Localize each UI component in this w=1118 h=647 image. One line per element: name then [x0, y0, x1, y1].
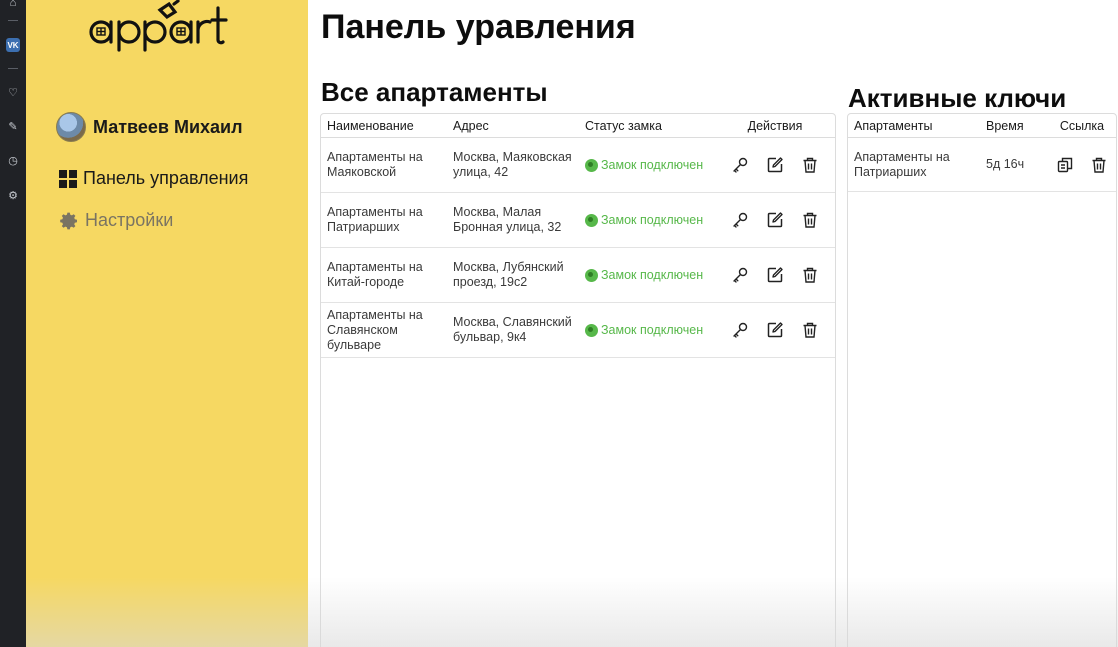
- column-header-apartment: Апартаменты: [854, 118, 933, 133]
- trash-icon: [803, 157, 817, 173]
- key-icon: [733, 322, 748, 338]
- delete-button[interactable]: [799, 154, 821, 176]
- edit-icon: [767, 157, 783, 173]
- row-actions: [721, 264, 835, 286]
- user-name: Матвеев Михаил: [93, 116, 243, 137]
- row-actions: [721, 154, 835, 176]
- column-header-link: Ссылка: [1059, 118, 1105, 133]
- status-dot-icon: [585, 323, 598, 337]
- heart-icon[interactable]: ♡: [4, 83, 22, 101]
- column-header-address: Адрес: [453, 118, 489, 133]
- browser-side-rail: ⌂ VK ♡ ✎ ◷ ⚙: [0, 0, 26, 647]
- apartments-table: Наименование Адрес Статус замка Действия…: [320, 113, 836, 647]
- trash-icon: [803, 322, 817, 338]
- avatar: [56, 112, 86, 142]
- key-icon: [733, 267, 748, 283]
- trash-icon: [803, 267, 817, 283]
- lock-status-label: Замок подключен: [601, 322, 704, 337]
- status-dot-icon: [585, 268, 598, 282]
- page-title: Панель уравления: [321, 8, 636, 46]
- apartment-name: Апартаменты на Славянском бульваре: [327, 307, 423, 352]
- delete-button[interactable]: [799, 319, 821, 341]
- edit-icon: [767, 322, 783, 338]
- key-button[interactable]: [729, 154, 751, 176]
- apartment-address: Москва, Славянский бульвар, 9к4: [453, 315, 572, 344]
- table-row: Апартаменты на Маяковской Москва, Маяков…: [321, 138, 835, 193]
- sidebar-item-settings[interactable]: Настройки: [59, 210, 173, 231]
- column-header-status: Статус замка: [585, 118, 662, 133]
- sidebar-item-label: Панель управления: [83, 168, 249, 188]
- table-header: Наименование Адрес Статус замка Действия: [321, 114, 835, 138]
- vk-icon[interactable]: VK: [6, 38, 20, 52]
- lock-status-label: Замок подключен: [601, 157, 704, 172]
- home-icon[interactable]: ⌂: [4, 0, 22, 12]
- row-actions: [721, 319, 835, 341]
- edit-icon[interactable]: ✎: [4, 117, 22, 135]
- trash-icon: [1092, 157, 1106, 173]
- active-keys-table: Апартаменты Время Ссылка Апартаменты на …: [847, 113, 1117, 647]
- apartment-name: Апартаменты на Маяковской: [327, 150, 423, 179]
- column-header-time: Время: [986, 118, 1024, 133]
- delete-key-button[interactable]: [1088, 154, 1110, 176]
- rail-divider: [8, 20, 18, 21]
- trash-icon: [803, 212, 817, 228]
- lock-status: Замок подключен: [585, 323, 721, 338]
- copy-icon: [1057, 157, 1073, 172]
- apartment-address: Москва, Малая Бронная улица, 32: [453, 205, 562, 234]
- copy-link-button[interactable]: [1054, 154, 1076, 176]
- lock-status-label: Замок подключен: [601, 212, 704, 227]
- apartment-name: Апартаменты на Патриарших: [327, 205, 423, 234]
- apartment-address: Москва, Лубянский проезд, 19с2: [453, 260, 564, 289]
- edit-button[interactable]: [764, 154, 786, 176]
- sidebar: Матвеев Михаил Панель управления Настрой…: [26, 0, 308, 647]
- apartments-title: Все апартаменты: [321, 77, 548, 107]
- key-apartment: Апартаменты на Патриарших: [854, 149, 950, 179]
- table-row: Апартаменты на Патриарших Москва, Малая …: [321, 193, 835, 248]
- lock-status: Замок подключен: [585, 213, 721, 228]
- active-keys-title: Активные ключи: [848, 83, 1067, 113]
- edit-button[interactable]: [764, 319, 786, 341]
- key-button[interactable]: [729, 209, 751, 231]
- clock-icon[interactable]: ◷: [4, 151, 22, 169]
- lock-status: Замок подключен: [585, 268, 721, 283]
- gear-icon[interactable]: ⚙: [4, 186, 22, 204]
- table-row: Апартаменты на Китай-городе Москва, Лубя…: [321, 248, 835, 303]
- edit-button[interactable]: [764, 209, 786, 231]
- table-row: Апартаменты на Патриарших 5д 16ч: [848, 138, 1116, 192]
- user-profile[interactable]: Матвеев Михаил: [56, 112, 243, 142]
- row-actions: [721, 209, 835, 231]
- dashboard-icon: [59, 169, 77, 188]
- key-time-remaining: 5д 16ч: [986, 157, 1025, 171]
- table-header: Апартаменты Время Ссылка: [848, 114, 1116, 138]
- edit-icon: [767, 212, 783, 228]
- table-row: Апартаменты на Славянском бульваре Москв…: [321, 303, 835, 358]
- delete-button[interactable]: [799, 264, 821, 286]
- column-header-actions: Действия: [747, 118, 803, 133]
- edit-icon: [767, 267, 783, 283]
- lock-status-label: Замок подключен: [601, 267, 704, 282]
- rail-divider: [8, 68, 18, 69]
- edit-button[interactable]: [764, 264, 786, 286]
- key-link-actions: [1048, 154, 1116, 176]
- column-header-name: Наименование: [327, 118, 414, 133]
- key-icon: [733, 157, 748, 173]
- apartment-name: Апартаменты на Китай-городе: [327, 260, 423, 289]
- status-dot-icon: [585, 158, 598, 172]
- sidebar-item-label: Настройки: [85, 210, 174, 230]
- gear-icon: [59, 211, 79, 231]
- key-icon: [733, 212, 748, 228]
- key-button[interactable]: [729, 264, 751, 286]
- delete-button[interactable]: [799, 209, 821, 231]
- key-button[interactable]: [729, 319, 751, 341]
- status-dot-icon: [585, 213, 598, 227]
- sidebar-item-dashboard[interactable]: Панель управления: [59, 168, 248, 189]
- lock-status: Замок подключен: [585, 158, 721, 173]
- apartment-address: Москва, Маяковская улица, 42: [453, 150, 572, 179]
- appart-logo[interactable]: [88, 0, 248, 54]
